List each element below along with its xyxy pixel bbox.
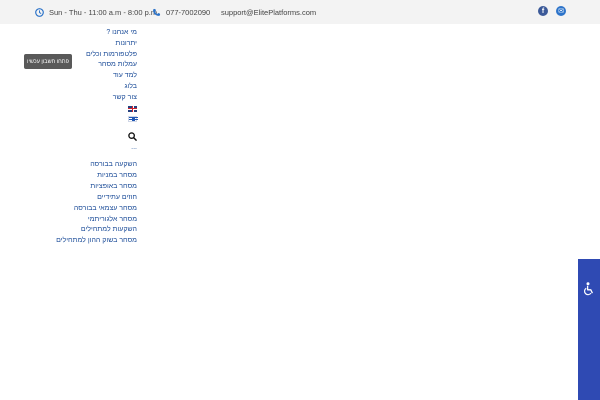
menu-item-contact[interactable]: צור קשר	[17, 93, 137, 104]
accessibility-icon	[583, 282, 595, 296]
phone-contact[interactable]: 077-7002090	[152, 0, 210, 24]
menu-item-about[interactable]: מי אנחנו ?	[17, 28, 137, 39]
submenu-item-stock-investing[interactable]: השקעה בבורסה	[17, 160, 137, 171]
email-contact[interactable]: support@ElitePlatforms.com	[221, 0, 316, 24]
email-address[interactable]: support@ElitePlatforms.com	[221, 8, 316, 17]
email-icon[interactable]: ✉	[556, 6, 566, 16]
menu-item-blog[interactable]: בלוג	[17, 82, 137, 93]
main-menu: מי אנחנו ? יתרונות פלטפורמות וכלים עמלות…	[17, 28, 138, 152]
hebrew-flag-icon[interactable]	[128, 115, 138, 122]
top-bar: Sun - Thu - 11:00 a.m - 8:00 p.m 077-700…	[0, 0, 600, 24]
accessibility-button[interactable]	[578, 259, 600, 400]
submenu-item-beginner-investing[interactable]: השקעות למתחילים	[17, 225, 137, 236]
search-icon[interactable]	[128, 128, 137, 141]
phone-icon	[152, 8, 161, 17]
submenu-item-options-trading[interactable]: מסחר באופציות	[17, 182, 137, 193]
menu-more[interactable]: ...	[17, 143, 137, 152]
menu-item-platforms[interactable]: פלטפורמות וכלים	[17, 50, 137, 61]
submenu-item-algo-trading[interactable]: מסחר אלגוריתמי	[17, 215, 137, 226]
business-hours-text: Sun - Thu - 11:00 a.m - 8:00 p.m	[49, 7, 158, 17]
english-flag-icon[interactable]	[128, 105, 137, 112]
submenu-item-futures[interactable]: חוזים עתידיים	[17, 193, 137, 204]
menu-item-advantages[interactable]: יתרונות	[17, 39, 137, 50]
phone-number[interactable]: 077-7002090	[166, 8, 210, 17]
submenu-item-self-trading[interactable]: מסחר עצמאי בבורסה	[17, 204, 137, 215]
clock-icon	[35, 7, 44, 17]
facebook-icon[interactable]: f	[538, 6, 548, 16]
business-hours: Sun - Thu - 11:00 a.m - 8:00 p.m	[35, 0, 157, 24]
submenu-item-stock-trading[interactable]: מסחר במניות	[17, 171, 137, 182]
menu-item-learn-more[interactable]: למד עוד	[17, 71, 137, 82]
submenu-list: השקעה בבורסה מסחר במניות מסחר באופציות ח…	[17, 160, 137, 247]
menu-item-fees[interactable]: עמלות מסחר	[17, 60, 137, 71]
submenu-item-beginner-capital-market[interactable]: מסחר בשוק ההון למתחילים	[17, 236, 137, 247]
